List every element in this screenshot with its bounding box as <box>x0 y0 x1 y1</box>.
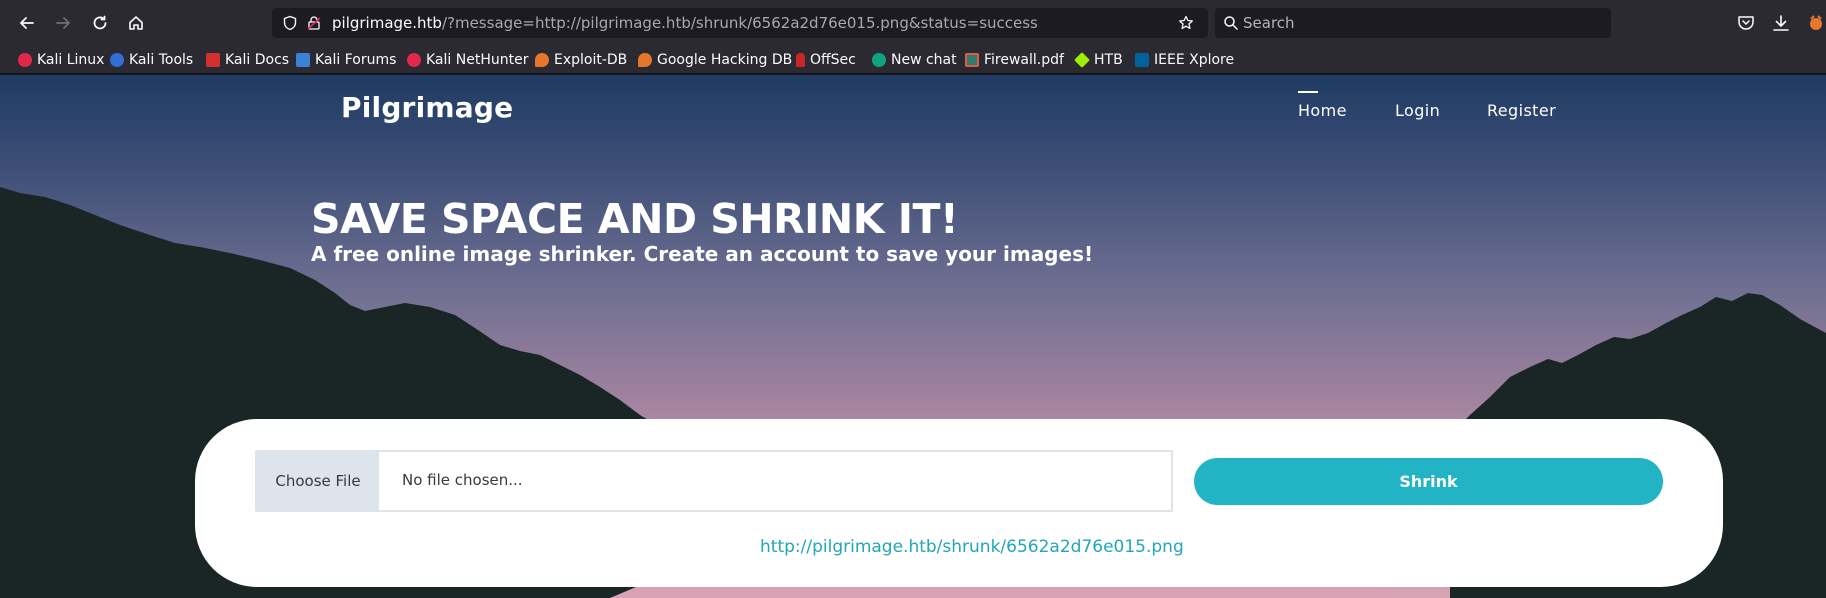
bookmark-ieee-xplore[interactable]: IEEE Xplore <box>1135 50 1234 70</box>
nav-register-link[interactable]: Register <box>1487 101 1556 120</box>
file-upload-input[interactable]: Choose File No file chosen... <box>255 450 1173 512</box>
shield-icon[interactable] <box>282 15 298 31</box>
bookmark-label: Kali Linux <box>37 52 105 68</box>
kali-docs-icon <box>206 53 220 67</box>
site-logo[interactable]: Pilgrimage <box>341 91 513 124</box>
bookmark-label: OffSec <box>810 52 856 68</box>
ghdb-icon <box>638 53 652 67</box>
bookmark-kali-nethunter[interactable]: Kali NetHunter <box>407 50 528 70</box>
search-placeholder: Search <box>1243 14 1295 32</box>
forward-arrow-icon[interactable] <box>50 10 76 36</box>
nav-home-link[interactable]: Home <box>1298 101 1347 120</box>
hero-title: SAVE SPACE AND SHRINK IT! <box>311 195 959 243</box>
bookmarks-bar: Kali Linux Kali Tools Kali Docs Kali For… <box>0 46 1826 74</box>
bookmark-label: New chat <box>891 52 957 68</box>
address-bar[interactable]: pilgrimage.htb/?message=http://pilgrimag… <box>272 8 1208 38</box>
bookmark-firewall-pdf[interactable]: Firewall.pdf <box>965 50 1064 70</box>
bookmark-label: Firewall.pdf <box>984 52 1064 68</box>
bookmark-label: Google Hacking DB <box>657 52 793 68</box>
bookmark-exploit-db[interactable]: Exploit-DB <box>535 50 627 70</box>
exploit-db-icon <box>535 53 549 67</box>
bookmark-label: IEEE Xplore <box>1154 52 1235 68</box>
nav-login-link[interactable]: Login <box>1395 101 1440 120</box>
hero-subtitle: A free online image shrinker. Create an … <box>311 242 1094 266</box>
bookmark-star-icon[interactable] <box>1178 15 1194 31</box>
bookmark-google-hacking-db[interactable]: Google Hacking DB <box>638 50 792 70</box>
shrunk-image-link[interactable]: http://pilgrimage.htb/shrunk/6562a2d76e0… <box>760 537 1184 557</box>
url-text[interactable]: pilgrimage.htb/?message=http://pilgrimag… <box>332 14 1038 32</box>
browser-toolbar: pilgrimage.htb/?message=http://pilgrimag… <box>0 0 1826 46</box>
file-status-text: No file chosen... <box>402 471 523 489</box>
download-icon[interactable] <box>1771 13 1791 33</box>
kali-forums-icon <box>296 53 310 67</box>
search-icon <box>1224 16 1238 30</box>
bookmark-label: Kali Tools <box>129 52 194 68</box>
search-bar[interactable]: Search <box>1215 8 1611 38</box>
pdf-icon <box>965 53 979 67</box>
bookmark-label: Exploit-DB <box>554 52 628 68</box>
bookmark-kali-linux[interactable]: Kali Linux <box>18 50 104 70</box>
kali-tools-icon <box>110 53 124 67</box>
chat-icon <box>872 53 886 67</box>
choose-file-button[interactable]: Choose File <box>257 452 379 510</box>
offsec-icon <box>796 53 805 67</box>
pocket-icon[interactable] <box>1736 13 1756 33</box>
bookmark-label: Kali Forums <box>315 52 397 68</box>
home-icon[interactable] <box>123 10 149 36</box>
kali-icon <box>18 53 32 67</box>
bookmark-label: Kali Docs <box>225 52 290 68</box>
nav-active-indicator <box>1298 91 1318 93</box>
back-arrow-icon[interactable] <box>14 10 40 36</box>
page-viewport: Pilgrimage Home Login Register SAVE SPAC… <box>0 75 1826 598</box>
bookmark-label: HTB <box>1094 52 1123 68</box>
bookmark-new-chat[interactable]: New chat <box>872 50 957 70</box>
nethunter-icon <box>407 53 421 67</box>
bookmark-kali-tools[interactable]: Kali Tools <box>110 50 193 70</box>
bookmark-label: Kali NetHunter <box>426 52 529 68</box>
insecure-lock-icon[interactable] <box>306 15 322 31</box>
ieee-icon <box>1135 53 1149 67</box>
url-host: pilgrimage.htb <box>332 14 442 32</box>
shrink-button[interactable]: Shrink <box>1194 458 1663 505</box>
bookmark-kali-forums[interactable]: Kali Forums <box>296 50 396 70</box>
extension-icon[interactable] <box>1806 13 1826 33</box>
bookmark-offsec[interactable]: OffSec <box>796 50 856 70</box>
htb-icon <box>1074 52 1090 68</box>
url-path: /?message=http://pilgrimage.htb/shrunk/6… <box>441 14 1038 32</box>
bookmark-kali-docs[interactable]: Kali Docs <box>206 50 289 70</box>
reload-icon[interactable] <box>87 10 113 36</box>
bookmark-htb[interactable]: HTB <box>1074 50 1123 70</box>
